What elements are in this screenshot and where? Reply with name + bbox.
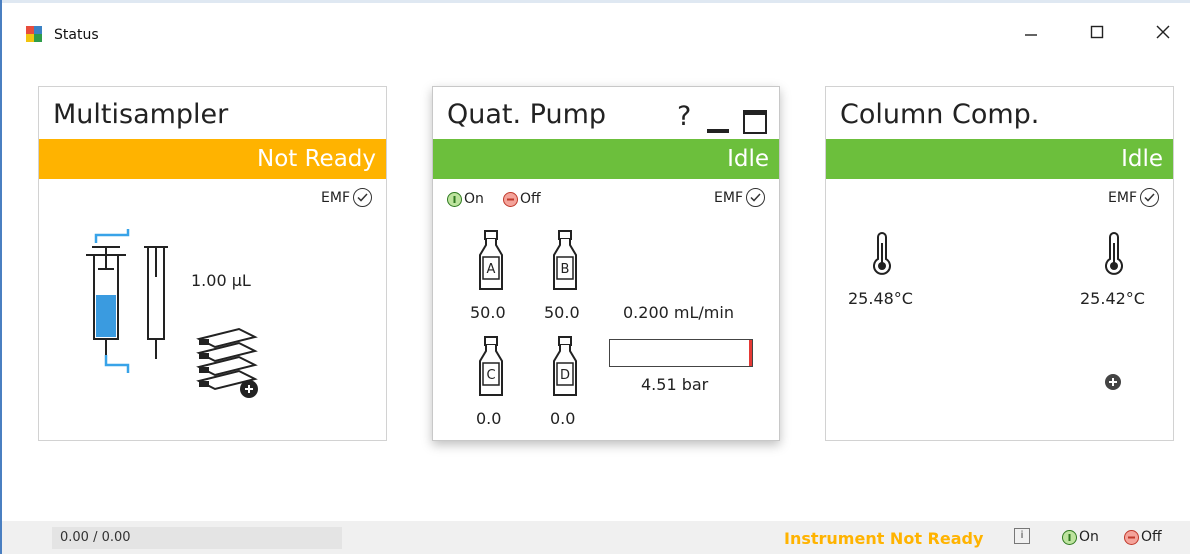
pressure-value: 4.51 bar	[641, 375, 709, 394]
power-on-icon	[1062, 529, 1077, 545]
injection-volume: 1.00 µL	[191, 271, 251, 290]
card-title: Multisampler	[53, 99, 229, 130]
help-button[interactable]: ?	[677, 101, 691, 132]
pump-on-button[interactable]: On	[447, 191, 484, 207]
emf-indicator: EMF	[1108, 188, 1159, 207]
bottle-label: B	[561, 262, 570, 277]
check-icon	[746, 188, 765, 207]
bottle-label: C	[486, 368, 495, 383]
solvent-bottle-icon: D	[553, 336, 577, 396]
temperature-left: 25.48°C	[848, 289, 913, 308]
add-icon[interactable]	[1104, 373, 1122, 391]
status-bar-footer: 0.00 / 0.00 Instrument Not Ready i On Of…	[2, 521, 1190, 554]
card-title: Quat. Pump	[447, 99, 607, 130]
bottle-c-value: 0.0	[476, 409, 502, 428]
on-label: On	[1079, 529, 1099, 545]
bottle-label: D	[560, 368, 570, 383]
window-title: Status	[54, 27, 99, 43]
emf-label: EMF	[1108, 189, 1137, 206]
close-button[interactable]	[1148, 22, 1178, 46]
column-comp-card[interactable]: Column Comp. Idle EMF 25.48°C 25.42°C	[825, 86, 1174, 441]
window-top-border	[2, 0, 1190, 3]
close-icon	[1156, 25, 1170, 39]
bottle-d-value: 0.0	[550, 409, 576, 428]
card-title: Column Comp.	[840, 99, 1040, 130]
title-bar: Status	[2, 14, 1190, 54]
bottle-b-value: 50.0	[544, 303, 580, 322]
instrument-off-button[interactable]: Off	[1124, 529, 1162, 545]
status-bar: Not Ready	[39, 139, 386, 179]
solvent-bottle-icon: C	[479, 336, 503, 396]
sample-trays-icon	[196, 327, 258, 398]
app-icon	[26, 26, 42, 42]
power-off-icon	[1124, 529, 1139, 545]
bottle-a-value: 50.0	[470, 303, 506, 322]
thermometer-icon	[1105, 232, 1123, 275]
instrument-status[interactable]: Instrument Not Ready	[784, 529, 983, 548]
pressure-gauge	[609, 339, 753, 367]
thermometer-icon	[873, 232, 891, 275]
maximize-icon	[1090, 25, 1104, 39]
info-icon[interactable]: i	[1014, 528, 1030, 544]
power-on-icon	[447, 191, 462, 207]
pressure-gauge-indicator	[749, 340, 752, 366]
emf-indicator: EMF	[714, 188, 765, 207]
pump-off-button[interactable]: Off	[503, 191, 541, 207]
instrument-on-button[interactable]: On	[1062, 529, 1099, 545]
run-progress: 0.00 / 0.00	[52, 527, 342, 549]
emf-indicator: EMF	[321, 188, 372, 207]
power-off-icon	[503, 191, 518, 207]
multisampler-card[interactable]: Multisampler Not Ready EMF 1.00 µL	[38, 86, 387, 441]
status-bar: Idle	[826, 139, 1173, 179]
solvent-bottle-icon: A	[479, 230, 503, 290]
emf-label: EMF	[321, 189, 350, 206]
minimize-button[interactable]	[1016, 22, 1046, 46]
temperature-right: 25.42°C	[1080, 289, 1145, 308]
check-icon	[353, 188, 372, 207]
check-icon	[1140, 188, 1159, 207]
status-bar: Idle	[433, 139, 779, 179]
flow-rate: 0.200 mL/min	[623, 303, 734, 322]
off-label: Off	[1141, 529, 1162, 545]
solvent-bottle-icon: B	[553, 230, 577, 290]
syringe-icon	[86, 229, 168, 373]
status-window: Status Multisampler Not Ready EMF 1.00 µ…	[0, 0, 1190, 554]
off-label: Off	[520, 191, 541, 207]
maximize-card-icon[interactable]	[742, 109, 768, 135]
maximize-button[interactable]	[1082, 22, 1112, 46]
emf-label: EMF	[714, 189, 743, 206]
minimize-icon	[1025, 34, 1037, 36]
minimize-card-icon[interactable]	[705, 111, 731, 137]
on-label: On	[464, 191, 484, 207]
quat-pump-card[interactable]: Quat. Pump ? Idle On Off EMF A 50.0 B 50…	[432, 86, 780, 441]
bottle-label: A	[487, 262, 496, 277]
